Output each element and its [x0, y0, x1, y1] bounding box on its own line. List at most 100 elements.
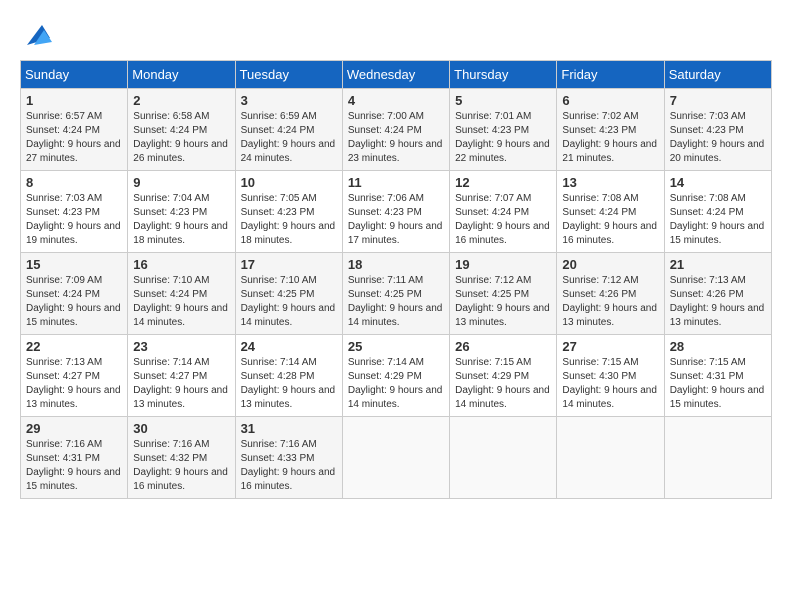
- calendar-cell: 6 Sunrise: 7:02 AMSunset: 4:23 PMDaylight…: [557, 89, 664, 171]
- day-number: 21: [670, 257, 766, 272]
- logo: [20, 20, 52, 50]
- day-number: 7: [670, 93, 766, 108]
- day-info: Sunrise: 7:13 AMSunset: 4:26 PMDaylight:…: [670, 274, 766, 330]
- calendar-cell: 25 Sunrise: 7:14 AMSunset: 4:29 PMDayligh…: [342, 335, 449, 417]
- calendar-cell: 11 Sunrise: 7:06 AMSunset: 4:23 PMDayligh…: [342, 171, 449, 253]
- header-saturday: Saturday: [664, 61, 771, 89]
- calendar-cell: 13 Sunrise: 7:08 AMSunset: 4:24 PMDayligh…: [557, 171, 664, 253]
- calendar-cell: 31 Sunrise: 7:16 AMSunset: 4:33 PMDayligh…: [235, 417, 342, 499]
- day-info: Sunrise: 7:15 AMSunset: 4:31 PMDaylight:…: [670, 356, 766, 412]
- header-friday: Friday: [557, 61, 664, 89]
- calendar-cell: 28 Sunrise: 7:15 AMSunset: 4:31 PMDayligh…: [664, 335, 771, 417]
- day-info: Sunrise: 7:16 AMSunset: 4:33 PMDaylight:…: [241, 438, 337, 494]
- day-number: 29: [26, 421, 122, 436]
- day-info: Sunrise: 7:06 AMSunset: 4:23 PMDaylight:…: [348, 192, 444, 248]
- calendar-cell: 24 Sunrise: 7:14 AMSunset: 4:28 PMDayligh…: [235, 335, 342, 417]
- calendar-cell: [557, 417, 664, 499]
- day-number: 9: [133, 175, 229, 190]
- calendar-cell: [664, 417, 771, 499]
- calendar-table: SundayMondayTuesdayWednesdayThursdayFrid…: [20, 60, 772, 499]
- day-number: 1: [26, 93, 122, 108]
- day-info: Sunrise: 7:14 AMSunset: 4:27 PMDaylight:…: [133, 356, 229, 412]
- week-row-1: 8 Sunrise: 7:03 AMSunset: 4:23 PMDaylight…: [21, 171, 772, 253]
- day-info: Sunrise: 7:07 AMSunset: 4:24 PMDaylight:…: [455, 192, 551, 248]
- day-info: Sunrise: 7:16 AMSunset: 4:32 PMDaylight:…: [133, 438, 229, 494]
- day-number: 19: [455, 257, 551, 272]
- day-number: 10: [241, 175, 337, 190]
- day-number: 3: [241, 93, 337, 108]
- week-row-4: 29 Sunrise: 7:16 AMSunset: 4:31 PMDayligh…: [21, 417, 772, 499]
- calendar-cell: 10 Sunrise: 7:05 AMSunset: 4:23 PMDayligh…: [235, 171, 342, 253]
- day-number: 4: [348, 93, 444, 108]
- calendar-cell: 7 Sunrise: 7:03 AMSunset: 4:23 PMDaylight…: [664, 89, 771, 171]
- day-number: 26: [455, 339, 551, 354]
- day-info: Sunrise: 7:08 AMSunset: 4:24 PMDaylight:…: [562, 192, 658, 248]
- day-number: 23: [133, 339, 229, 354]
- day-number: 2: [133, 93, 229, 108]
- day-info: Sunrise: 7:00 AMSunset: 4:24 PMDaylight:…: [348, 110, 444, 166]
- day-number: 11: [348, 175, 444, 190]
- calendar-cell: 15Sunrise: 7:09 AMSunset: 4:24 PMDayligh…: [21, 253, 128, 335]
- header-thursday: Thursday: [450, 61, 557, 89]
- week-row-3: 22 Sunrise: 7:13 AMSunset: 4:27 PMDayligh…: [21, 335, 772, 417]
- day-info: Sunrise: 7:13 AMSunset: 4:27 PMDaylight:…: [26, 356, 122, 412]
- calendar-cell: 12 Sunrise: 7:07 AMSunset: 4:24 PMDayligh…: [450, 171, 557, 253]
- day-info: Sunrise: 7:12 AMSunset: 4:25 PMDaylight:…: [455, 274, 551, 330]
- calendar-cell: 16 Sunrise: 7:10 AMSunset: 4:24 PMDayligh…: [128, 253, 235, 335]
- calendar-cell: 5 Sunrise: 7:01 AMSunset: 4:23 PMDaylight…: [450, 89, 557, 171]
- day-info: Sunrise: 7:03 AMSunset: 4:23 PMDaylight:…: [26, 192, 122, 248]
- day-number: 8: [26, 175, 122, 190]
- day-info: Sunrise: 7:14 AMSunset: 4:28 PMDaylight:…: [241, 356, 337, 412]
- day-number: 22: [26, 339, 122, 354]
- day-info: Sunrise: 7:01 AMSunset: 4:23 PMDaylight:…: [455, 110, 551, 166]
- calendar-cell: 30 Sunrise: 7:16 AMSunset: 4:32 PMDayligh…: [128, 417, 235, 499]
- calendar-cell: 23 Sunrise: 7:14 AMSunset: 4:27 PMDayligh…: [128, 335, 235, 417]
- day-info: Sunrise: 7:08 AMSunset: 4:24 PMDaylight:…: [670, 192, 766, 248]
- header-monday: Monday: [128, 61, 235, 89]
- day-number: 5: [455, 93, 551, 108]
- calendar-cell: 3Sunrise: 6:59 AMSunset: 4:24 PMDaylight…: [235, 89, 342, 171]
- day-number: 14: [670, 175, 766, 190]
- calendar-cell: 19 Sunrise: 7:12 AMSunset: 4:25 PMDayligh…: [450, 253, 557, 335]
- calendar-cell: 27 Sunrise: 7:15 AMSunset: 4:30 PMDayligh…: [557, 335, 664, 417]
- day-number: 15: [26, 257, 122, 272]
- day-number: 27: [562, 339, 658, 354]
- calendar-cell: 8 Sunrise: 7:03 AMSunset: 4:23 PMDaylight…: [21, 171, 128, 253]
- calendar-cell: 17Sunrise: 7:10 AMSunset: 4:25 PMDayligh…: [235, 253, 342, 335]
- day-number: 30: [133, 421, 229, 436]
- day-info: Sunrise: 7:14 AMSunset: 4:29 PMDaylight:…: [348, 356, 444, 412]
- header-wednesday: Wednesday: [342, 61, 449, 89]
- calendar-cell: 9 Sunrise: 7:04 AMSunset: 4:23 PMDaylight…: [128, 171, 235, 253]
- day-number: 13: [562, 175, 658, 190]
- day-info: Sunrise: 6:58 AMSunset: 4:24 PMDaylight:…: [133, 110, 229, 166]
- day-info: Sunrise: 7:03 AMSunset: 4:23 PMDaylight:…: [670, 110, 766, 166]
- calendar-cell: 2 Sunrise: 6:58 AMSunset: 4:24 PMDaylight…: [128, 89, 235, 171]
- calendar-cell: 1 Sunrise: 6:57 AMSunset: 4:24 PMDaylight…: [21, 89, 128, 171]
- day-number: 18: [348, 257, 444, 272]
- day-number: 16: [133, 257, 229, 272]
- day-info: Sunrise: 7:11 AMSunset: 4:25 PMDaylight:…: [348, 274, 444, 330]
- day-info: Sunrise: 6:57 AMSunset: 4:24 PMDaylight:…: [26, 110, 122, 166]
- calendar-cell: 29 Sunrise: 7:16 AMSunset: 4:31 PMDayligh…: [21, 417, 128, 499]
- day-number: 17: [241, 257, 337, 272]
- day-info: Sunrise: 7:10 AMSunset: 4:24 PMDaylight:…: [133, 274, 229, 330]
- week-row-2: 15Sunrise: 7:09 AMSunset: 4:24 PMDayligh…: [21, 253, 772, 335]
- day-number: 24: [241, 339, 337, 354]
- day-info: Sunrise: 7:05 AMSunset: 4:23 PMDaylight:…: [241, 192, 337, 248]
- calendar-cell: 18 Sunrise: 7:11 AMSunset: 4:25 PMDayligh…: [342, 253, 449, 335]
- day-info: Sunrise: 7:16 AMSunset: 4:31 PMDaylight:…: [26, 438, 122, 494]
- day-number: 20: [562, 257, 658, 272]
- day-info: Sunrise: 7:12 AMSunset: 4:26 PMDaylight:…: [562, 274, 658, 330]
- day-info: Sunrise: 7:04 AMSunset: 4:23 PMDaylight:…: [133, 192, 229, 248]
- calendar-cell: [342, 417, 449, 499]
- day-info: Sunrise: 7:02 AMSunset: 4:23 PMDaylight:…: [562, 110, 658, 166]
- day-number: 6: [562, 93, 658, 108]
- day-number: 28: [670, 339, 766, 354]
- calendar-cell: 4 Sunrise: 7:00 AMSunset: 4:24 PMDaylight…: [342, 89, 449, 171]
- week-row-0: 1 Sunrise: 6:57 AMSunset: 4:24 PMDaylight…: [21, 89, 772, 171]
- day-number: 12: [455, 175, 551, 190]
- day-number: 25: [348, 339, 444, 354]
- logo-icon: [22, 20, 52, 50]
- day-number: 31: [241, 421, 337, 436]
- day-info: Sunrise: 7:15 AMSunset: 4:30 PMDaylight:…: [562, 356, 658, 412]
